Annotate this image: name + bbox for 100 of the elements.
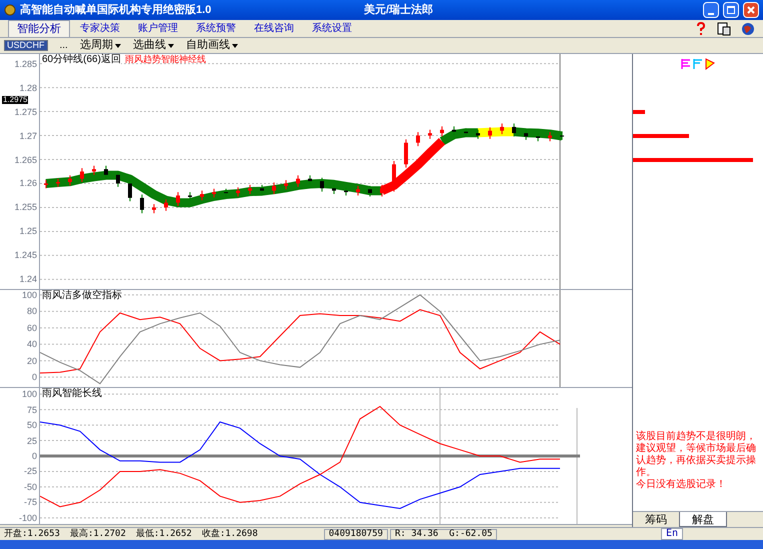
axis-tick-label: 80 [26,307,37,316]
axis-tick-label: 100 [22,390,37,400]
minimize-button[interactable] [703,2,719,18]
status-field: 最低:1.2652 [132,530,196,538]
candle [416,132,420,147]
candle [68,174,72,186]
candle [152,204,156,214]
axis-tick-label: 1.27 [19,132,37,141]
close-icon [747,6,755,14]
menu-tab[interactable]: 在线咨询 [246,20,302,37]
axis-tick-label: 20 [26,356,37,366]
pane-title: 雨风洁多做空指标 [42,291,122,301]
axis-tick-label: -25 [24,467,37,476]
advice-text: 该股目前趋势不是很明朗，建议观望，等候市场最后确认趋势，再依据买卖提示操作。 [636,431,757,478]
candle [488,126,492,140]
dropdown-menu[interactable]: 选周期 [80,37,121,54]
caret-icon [114,44,121,48]
axis-tick-label: 100 [22,290,37,300]
window-title: 高智能自动喊单国际机构专用绝密版1.0 [20,2,212,18]
candle [524,129,528,140]
candle [308,174,312,185]
status-field: 最高:1.2702 [66,530,130,538]
menu-tab[interactable]: 智能分析 [8,20,70,37]
menu-tab[interactable]: 专家决策 [72,20,128,37]
symbol-label: USDCHF [4,40,48,51]
candle [344,186,348,196]
status-field: 收盘:1.2698 [198,530,262,538]
help-icon [695,22,707,36]
axis-tick-label: 1.265 [14,156,37,164]
more-button[interactable]: ... [60,38,68,53]
candle [236,186,240,197]
candle [428,129,432,140]
axis-tick-label: 1.24 [19,275,37,284]
candle [452,126,456,136]
candle [212,188,216,198]
candle [44,180,48,189]
candle [176,192,180,207]
candle [392,160,396,192]
candle [200,190,204,201]
axis-tick-label: -100 [18,514,37,523]
axis-tick-label: 0 [32,452,37,461]
candle [560,132,564,140]
axis-tick-label: 0 [32,373,37,382]
signal-flags-icon [680,58,716,70]
candle [272,182,276,195]
axis-tick-label: 75 [26,406,37,415]
candle [140,194,144,214]
candle [104,165,108,179]
candle [332,184,336,195]
candle [248,184,252,195]
caret-icon [168,44,174,48]
candle [404,138,408,168]
candle [56,178,60,188]
note-text: 今日没有选股记录！ [636,479,727,491]
pane-title: 60分钟线(66)返回 [42,55,121,65]
axis-tick-label: 50 [26,421,37,430]
candle [284,180,288,190]
dropdown-menu[interactable]: 自助画线 [186,37,238,54]
candle [368,185,372,197]
maximize-button[interactable] [723,2,739,18]
axis-tick-label: 1.245 [14,251,37,260]
candle [116,171,120,188]
app-icon [4,4,16,16]
menu-tab[interactable]: 系统设置 [304,20,360,37]
candle [548,132,552,142]
candle [188,192,192,201]
candle [164,198,168,212]
candle [464,128,468,137]
volume-bar [633,110,645,114]
close-button[interactable] [743,2,759,18]
candle [536,132,540,142]
axis-tick-label: 1.28 [19,84,37,93]
axis-tick-label: -75 [24,498,37,508]
pane-title: 雨风智能长线 [42,389,102,399]
candle [296,174,300,188]
candle [476,129,480,140]
current-price-label: 1.2975 [2,96,28,104]
caret-icon [232,44,238,48]
axis-tick-label: 1.26 [19,179,37,188]
candle [320,177,324,192]
menu-tab[interactable]: 系统预警 [188,20,244,37]
status-field: 开盘:1.2653 [0,530,64,538]
axis-tick-label: -50 [24,482,37,492]
axis-tick-label: 25 [26,436,37,446]
language-bar: En [660,528,683,540]
candle [440,126,444,137]
candle [80,168,84,183]
axis-tick-label: 1.255 [14,203,37,212]
document-icon [717,22,731,36]
axis-tick-label: 1.275 [14,108,37,117]
axis-tick-label: 1.285 [14,60,37,69]
symbol-title: 美元/瑞士法郎 [364,2,434,18]
candle [380,184,384,197]
indicator-name: 雨风趋势智能神经线 [124,55,206,64]
volume-bar [633,134,689,138]
candle [512,123,516,137]
panel-tab[interactable]: 解盘 [679,512,727,527]
globe-icon [741,22,755,36]
menu-tab[interactable]: 账户管理 [130,20,186,37]
dropdown-menu[interactable]: 选曲线 [132,37,174,54]
